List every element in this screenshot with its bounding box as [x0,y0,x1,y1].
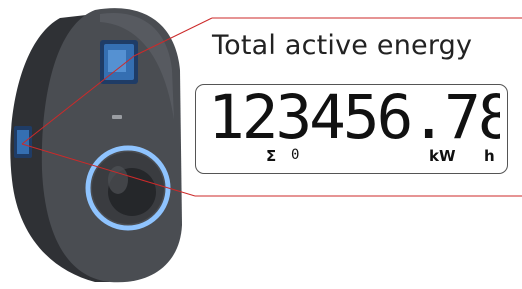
phase-indicator: 0 [291,147,300,163]
charger-logo [112,115,122,119]
unit-kw: kW [429,147,456,165]
energy-lcd-display: 123456.78 Σ 0 kW h [195,84,508,174]
charger-side-window-glow [17,130,29,154]
sigma-symbol: Σ [266,147,277,165]
unit-h: h [484,147,495,165]
charger-socket-shine [108,166,128,194]
total-active-energy-title: Total active energy [212,30,473,61]
charger-screen-shine [108,50,126,72]
energy-reading: 123456.78 [208,87,500,149]
ev-charger-wallbox-image [10,8,182,283]
